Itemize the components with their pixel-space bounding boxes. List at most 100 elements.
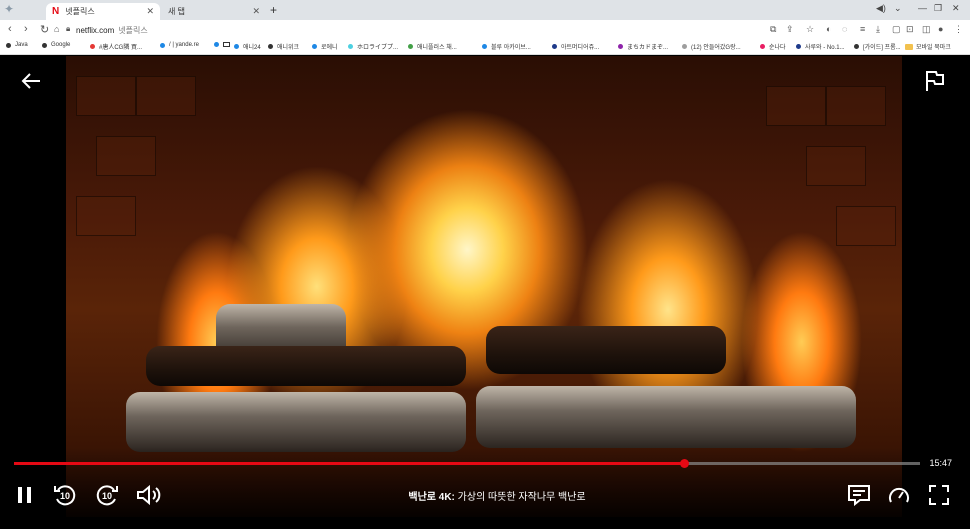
skip-back-seconds: 10 (60, 491, 70, 501)
report-flag-icon[interactable] (924, 70, 946, 92)
close-icon[interactable]: ✕ (146, 6, 154, 17)
video-frame-fireplace (66, 56, 902, 517)
close-icon[interactable]: ✕ (252, 6, 260, 17)
bookmark-favicon-icon (42, 42, 47, 48)
skip-forward-button[interactable]: 10 (94, 482, 120, 508)
pause-icon (18, 487, 31, 503)
skip-forward-seconds: 10 (102, 491, 112, 501)
progress-bar[interactable] (14, 459, 920, 468)
back-nav-icon[interactable]: ‹ (8, 23, 12, 35)
url-title: 넷플릭스 (118, 26, 148, 35)
home-icon[interactable]: ⌂ (54, 24, 59, 34)
pause-button[interactable] (12, 482, 38, 508)
back-arrow-icon[interactable] (20, 70, 42, 92)
bookmark-favicon-icon (214, 42, 219, 47)
bookmark-favicon-icon (348, 44, 353, 49)
bookmark-item[interactable]: Java (6, 42, 28, 48)
speaker-icon[interactable]: ◀) (876, 3, 886, 14)
bookmark-favicon-icon (90, 44, 95, 49)
log (486, 326, 726, 374)
bookmark-favicon-icon (234, 44, 239, 49)
extension-icon[interactable]: ◐ (826, 24, 831, 34)
split-view-icon[interactable]: ◫ (922, 24, 931, 35)
tab-netflix[interactable]: N 넷플릭스 ✕ (46, 3, 160, 20)
skip-back-button[interactable]: 10 (52, 482, 78, 508)
screenshot-icon[interactable]: ⊡ (906, 24, 914, 35)
volume-icon (137, 484, 161, 506)
netflix-favicon-icon: N (52, 6, 60, 17)
bookmark-favicon-icon (854, 44, 859, 49)
bookmark-star-icon[interactable]: ☆ (806, 24, 814, 35)
bookmark-item[interactable]: ホロライブプ... (348, 42, 398, 51)
bookmark-favicon-icon (796, 44, 801, 49)
tab-label: 새 탭 (168, 7, 185, 16)
bookmark-favicon-icon (482, 44, 487, 49)
bookmark-favicon-icon (682, 44, 687, 49)
tab-decoration-icon: ✦ (4, 2, 15, 16)
download-icon[interactable]: ⤓ (876, 24, 880, 35)
reload-icon[interactable]: ↻ (40, 23, 49, 36)
avatar[interactable]: ● (938, 24, 943, 34)
birch-log (476, 386, 856, 448)
tab-label: 넷플릭스 (65, 7, 95, 16)
fullscreen-button[interactable] (926, 482, 952, 508)
playback-speed-button[interactable] (886, 482, 912, 508)
new-tab-button[interactable]: + (270, 3, 277, 17)
address-bar: ‹ › ↻ ⌂ 🔒︎ netflix.com 넷플릭스 ⧉ ⇪ ☆ ◐ ◌ ≡ ⤓… (0, 20, 970, 40)
bookmark-item[interactable]: 애니플러스 채... (408, 42, 457, 51)
bookmark-item[interactable] (214, 42, 230, 47)
forward-10-icon: 10 (96, 485, 118, 506)
bookmark-item[interactable]: #唐人CG隣 買... (90, 42, 142, 51)
bookmark-item[interactable]: 로에니 (312, 42, 338, 51)
bookmark-item[interactable]: 아트머디어쥬... (552, 42, 599, 51)
install-app-icon[interactable]: ⧉ (770, 24, 776, 35)
bookmark-item[interactable]: 애니24 (234, 42, 261, 51)
bookmark-item[interactable]: 애니위크 (268, 42, 299, 51)
video-player[interactable]: 15:47 10 10 백난로 4K: 가상의 따뜻한 자작나무 백난로 (4, 56, 966, 517)
tab-new[interactable]: 새 탭 ✕ (162, 3, 266, 20)
bookmark-item[interactable]: / | yande.re (160, 42, 199, 48)
video-title-bold: 백난로 4K: (408, 492, 455, 503)
bookmark-item[interactable]: [가이드] 프롬... (854, 42, 901, 51)
bookmark-favicon-icon (160, 42, 165, 48)
fullscreen-icon (929, 485, 949, 505)
video-title-rest: 가상의 따뜻한 자작나무 백난로 (454, 492, 586, 503)
bookmark-item[interactable]: (12) 안들어갔G랑... (682, 42, 741, 51)
sidebar-icon[interactable]: ▢ (892, 24, 901, 35)
log (146, 346, 466, 386)
speedometer-icon (889, 487, 909, 503)
subtitles-icon (848, 485, 870, 506)
progress-fill (14, 462, 685, 465)
fireplace-grate (66, 447, 902, 517)
tab-strip: ✦ N 넷플릭스 ✕ 새 탭 ✕ + ◀) ⌄ — ❐ ✕ (0, 0, 970, 20)
bookmark-item[interactable]: Google (42, 42, 70, 48)
subtitles-button[interactable] (846, 482, 872, 508)
bookmark-favicon-icon (268, 44, 273, 49)
bookmark-favicon-icon (312, 44, 317, 49)
menu-kebab-icon[interactable]: ⋮ (954, 24, 963, 35)
bookmark-favicon-icon (6, 42, 11, 48)
share-icon[interactable]: ⇪ (786, 24, 794, 35)
bookmark-item[interactable]: まちカドまぞ... (618, 42, 668, 51)
maximize-icon[interactable]: ❐ (934, 3, 942, 14)
forward-nav-icon[interactable]: › (24, 23, 28, 35)
bookmark-item[interactable]: 사루와 - No.1... (796, 42, 845, 51)
window-close-icon[interactable]: ✕ (952, 3, 960, 14)
bookmarks-bar: Java Google #唐人CG隣 買... / | yande.re 애니2… (0, 40, 970, 55)
birch-log (126, 392, 466, 452)
bookmark-folder[interactable]: 모바일 북마크 (905, 42, 951, 51)
bookmark-favicon-icon (760, 44, 765, 49)
bookmark-favicon-icon (552, 44, 557, 49)
folder-icon (905, 43, 913, 50)
volume-button[interactable] (136, 482, 162, 508)
chevron-down-icon[interactable]: ⌄ (894, 3, 902, 14)
url-field[interactable]: netflix.com 넷플릭스 (76, 25, 148, 36)
bookmark-item[interactable]: 순나다 (760, 42, 786, 51)
bookmark-item[interactable]: 블루 아카이브... (482, 42, 531, 51)
rewind-10-icon: 10 (54, 485, 76, 506)
reading-list-icon[interactable]: ≡ (860, 24, 865, 34)
lock-icon[interactable]: 🔒︎ (66, 24, 70, 34)
time-remaining: 15:47 (929, 458, 952, 468)
minimize-icon[interactable]: — (918, 3, 927, 13)
extension-icon[interactable]: ◌ (842, 24, 847, 34)
